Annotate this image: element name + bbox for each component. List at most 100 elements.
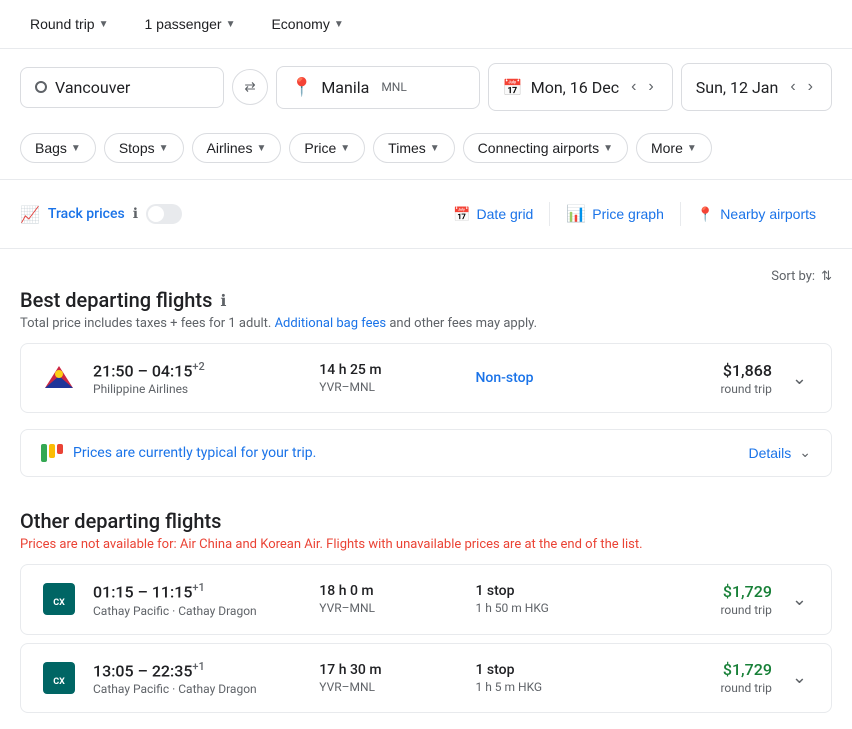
flight-price-2: $1,729 round trip (632, 660, 772, 695)
nearby-airports-label: Nearby airports (720, 206, 816, 222)
svg-text:CX: CX (53, 598, 65, 608)
depart-date-field[interactable]: 📅 Mon, 16 Dec ‹ › (488, 63, 673, 111)
passengers-button[interactable]: 1 passenger ▼ (135, 10, 246, 38)
track-info-icon[interactable]: ℹ (133, 206, 138, 222)
flight-times-2: 13:05 – 22:35+1 Cathay Pacific · Cathay … (93, 660, 303, 696)
price-label: Price (304, 140, 336, 156)
price-label-1: round trip (632, 603, 772, 617)
price-label-2: round trip (632, 681, 772, 695)
date-grid-button[interactable]: 📅 Date grid (437, 198, 549, 231)
depart-time-1: 01:15 (93, 583, 134, 602)
class-chevron: ▼ (334, 19, 344, 30)
calendar-icon: 📅 (503, 78, 523, 97)
date-grid-icon: 📅 (453, 206, 470, 223)
expand-button-1[interactable]: ⌄ (788, 585, 811, 614)
flight-stops: Non-stop (476, 370, 616, 386)
price-amount-2: $1,729 (632, 660, 772, 679)
return-prev-button[interactable]: ‹ (786, 74, 799, 100)
flight-stops-2: 1 stop 1 h 5 m HKG (476, 662, 616, 694)
origin-value: Vancouver (55, 78, 130, 97)
time-dash-1: – (138, 583, 152, 602)
times-filter[interactable]: Times ▼ (373, 133, 455, 163)
sort-icon[interactable]: ⇅ (821, 269, 832, 284)
depart-time-2: 13:05 (93, 661, 134, 680)
price-graph-icon: 📊 (566, 204, 586, 224)
bags-filter[interactable]: Bags ▼ (20, 133, 96, 163)
price-filter[interactable]: Price ▼ (289, 133, 365, 163)
flight-airline-1: Cathay Pacific · Cathay Dragon (93, 604, 303, 618)
arrive-time: 04:15 (152, 361, 193, 380)
flight-airline-2: Cathay Pacific · Cathay Dragon (93, 682, 303, 696)
airlines-label: Airlines (207, 140, 253, 156)
top-bar: Round trip ▼ 1 passenger ▼ Economy ▼ (0, 0, 852, 49)
more-label: More (651, 140, 683, 156)
airline-logo (41, 360, 77, 396)
nearby-airports-icon: 📍 (697, 206, 714, 223)
connecting-filter[interactable]: Connecting airports ▼ (463, 133, 628, 163)
stops-value: Non-stop (476, 370, 616, 386)
best-flights-section: Sort by: ⇅ Best departing flights ℹ Tota… (0, 253, 852, 429)
cathay-logo-svg-1: CX (43, 583, 75, 615)
return-date-value: Sun, 12 Jan (696, 78, 779, 97)
flight-price: $1,868 round trip (632, 361, 772, 396)
airlines-filter[interactable]: Airlines ▼ (192, 133, 282, 163)
return-date-field[interactable]: Sun, 12 Jan ‹ › (681, 63, 832, 111)
swap-icon: ⇄ (244, 79, 255, 95)
track-prices-label[interactable]: Track prices (48, 206, 125, 222)
banner-highlight: typical (196, 445, 237, 461)
best-section-title: Best departing flights ℹ (20, 288, 832, 312)
duration-route: YVR–MNL (319, 380, 459, 394)
trip-type-button[interactable]: Round trip ▼ (20, 10, 119, 38)
other-flight-row-2[interactable]: CX 13:05 – 22:35+1 Cathay Pacific · Cath… (20, 643, 832, 713)
price-label-text: round trip (632, 382, 772, 396)
additional-bag-fees-link[interactable]: Additional bag fees (275, 316, 387, 331)
date-grid-label: Date grid (477, 206, 534, 222)
nearby-airports-button[interactable]: 📍 Nearby airports (681, 198, 832, 231)
return-next-button[interactable]: › (804, 74, 817, 100)
class-button[interactable]: Economy ▼ (261, 10, 353, 38)
flight-duration: 14 h 25 m YVR–MNL (319, 362, 459, 394)
depart-time: 21:50 (93, 361, 134, 380)
price-graph-label: Price graph (592, 206, 664, 222)
arrive-time-1: 11:15 (152, 583, 193, 602)
best-info-icon[interactable]: ℹ (220, 291, 226, 310)
expand-flight-button[interactable]: ⌄ (788, 364, 811, 393)
class-label: Economy (271, 16, 329, 32)
airline1-2: Cathay Pacific (93, 682, 169, 696)
stops-value-2: 1 stop (476, 662, 616, 678)
more-filter[interactable]: More ▼ (636, 133, 712, 163)
subtitle-pre: Total price includes taxes + fees for 1 … (20, 316, 271, 331)
details-button[interactable]: Details (748, 445, 791, 461)
price-graph-button[interactable]: 📊 Price graph (550, 196, 680, 232)
track-left: 📈 Track prices ℹ (20, 204, 182, 224)
track-prices-toggle[interactable] (146, 204, 182, 224)
price-amount-1: $1,729 (632, 582, 772, 601)
origin-field[interactable]: Vancouver (20, 67, 224, 108)
banner-chevron[interactable]: ⌄ (799, 445, 811, 461)
duration-time-2: 17 h 30 m (319, 662, 459, 678)
bags-chevron: ▼ (71, 143, 81, 154)
arrive-offset: +2 (192, 360, 204, 373)
subtitle-post: and other fees may apply. (389, 316, 537, 331)
banner-pre: Prices are currently (73, 445, 196, 461)
best-title-text: Best departing flights (20, 288, 212, 312)
dest-field[interactable]: 📍 Manila MNL (276, 66, 480, 109)
stops-chevron: ▼ (159, 143, 169, 154)
depart-prev-button[interactable]: ‹ (627, 74, 640, 100)
price-amount: $1,868 (632, 361, 772, 380)
svg-text:CX: CX (53, 677, 65, 687)
best-section-subtitle: Total price includes taxes + fees for 1 … (20, 316, 832, 331)
duration-route-1: YVR–MNL (319, 601, 459, 615)
other-flight-row-1[interactable]: CX 01:15 – 11:15+1 Cathay Pacific · Cath… (20, 564, 832, 634)
flight-airline: Philippine Airlines (93, 382, 303, 396)
dest-code: MNL (381, 80, 407, 94)
flight-duration-2: 17 h 30 m YVR–MNL (319, 662, 459, 694)
expand-button-2[interactable]: ⌄ (788, 663, 811, 692)
more-chevron: ▼ (687, 143, 697, 154)
stops-filter[interactable]: Stops ▼ (104, 133, 184, 163)
search-bar: Vancouver ⇄ 📍 Manila MNL 📅 Mon, 16 Dec ‹… (0, 49, 852, 125)
swap-button[interactable]: ⇄ (232, 69, 268, 105)
airline2-1: Cathay Dragon (178, 604, 256, 618)
best-flight-row[interactable]: 21:50 – 04:15+2 Philippine Airlines 14 h… (20, 343, 832, 413)
depart-next-button[interactable]: › (644, 74, 657, 100)
